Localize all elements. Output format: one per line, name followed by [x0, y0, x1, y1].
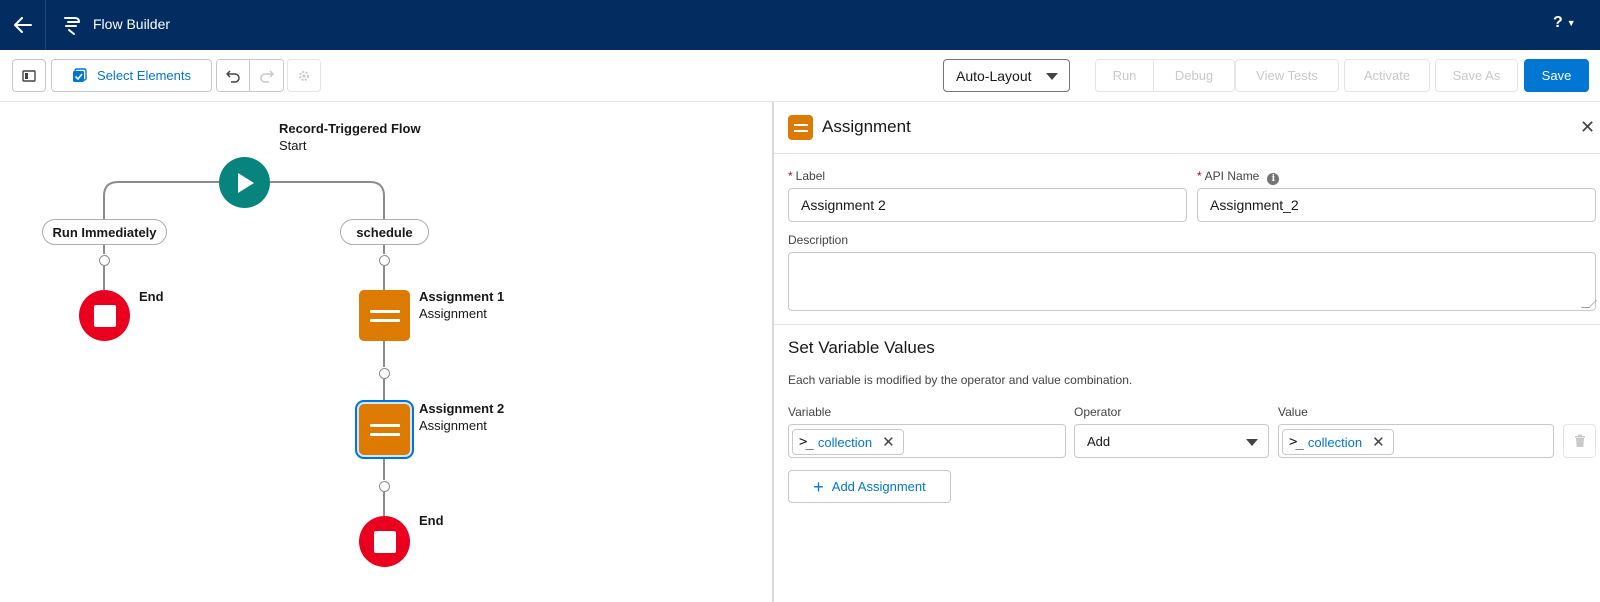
start-node[interactable]	[219, 157, 270, 208]
end-node-right[interactable]	[359, 516, 410, 567]
redo-icon	[259, 69, 274, 83]
select-elements-label: Select Elements	[97, 68, 191, 83]
assignment-1-title: Assignment 1	[419, 289, 505, 304]
plus-icon: +	[813, 476, 824, 497]
help-button[interactable]: ? ▼	[1553, 14, 1576, 32]
path-run-immediately[interactable]: Run Immediately	[42, 219, 167, 245]
operator-select[interactable]: Add	[1074, 424, 1269, 458]
label-input[interactable]: Assignment 2	[788, 188, 1187, 222]
gear-icon	[299, 70, 309, 81]
play-icon	[237, 172, 254, 193]
assignment-icon	[788, 115, 813, 140]
add-assignment-label: Add Assignment	[831, 479, 926, 494]
toggle-panel-button[interactable]	[12, 59, 46, 92]
triangle-down-icon	[1046, 73, 1058, 80]
add-assignment-button[interactable]: + Add Assignment	[788, 470, 951, 503]
end-node-right-label: End	[419, 513, 444, 528]
panel-header: Assignment ✕	[774, 102, 1600, 154]
section-title: Set Variable Values	[788, 338, 935, 357]
app-title: Flow Builder	[93, 16, 171, 32]
start-node-subtitle: Start	[279, 138, 307, 153]
panel-left-icon	[22, 69, 36, 82]
add-element-connector[interactable]	[379, 255, 390, 266]
assignment-icon	[369, 423, 400, 427]
section-description: Each variable is modified by the operato…	[788, 373, 1133, 387]
redo-button[interactable]	[250, 60, 283, 91]
flow-icon	[64, 17, 80, 35]
undo-redo-group	[216, 59, 284, 92]
api-name-input[interactable]: Assignment_2	[1197, 188, 1596, 222]
value-column-label: Value	[1278, 405, 1308, 419]
triangle-down-icon	[1246, 439, 1258, 446]
operator-column-label: Operator	[1074, 405, 1122, 419]
assignment-2-subtitle: Assignment	[419, 418, 487, 433]
api-name-field-label: * API Name i	[1197, 169, 1280, 185]
variable-icon: >_	[1289, 434, 1304, 450]
variable-pill[interactable]: >_ collection ✕	[792, 429, 904, 455]
operator-value: Add	[1087, 433, 1111, 449]
value-pill-label: collection	[1307, 434, 1363, 450]
select-checkbox-icon	[73, 68, 87, 82]
label-field-label: * Label	[788, 169, 826, 183]
end-node-left-label: End	[139, 289, 164, 304]
activate-button[interactable]: Activate	[1344, 59, 1430, 92]
value-pill[interactable]: >_ collection ✕	[1282, 429, 1394, 455]
flow-canvas[interactable]: Record-Triggered Flow Start Run Immediat…	[0, 102, 772, 602]
value-combobox[interactable]: >_ collection ✕	[1278, 424, 1554, 458]
run-button[interactable]: Run	[1096, 60, 1154, 91]
add-element-connector[interactable]	[99, 255, 110, 266]
variable-column-label: Variable	[788, 405, 832, 419]
stop-icon	[93, 304, 116, 327]
panel-title: Assignment	[822, 117, 911, 136]
add-element-connector[interactable]	[379, 368, 390, 379]
save-as-button[interactable]: Save As	[1435, 59, 1518, 92]
description-field-label: Description	[788, 233, 849, 247]
variable-icon: >_	[799, 434, 814, 450]
layout-select[interactable]: Auto-Layout	[943, 59, 1070, 92]
start-node-label: Record-Triggered Flow Start	[279, 120, 421, 154]
close-icon[interactable]: ✕	[1580, 118, 1595, 136]
assignment-2-node[interactable]	[355, 400, 414, 459]
variable-combobox[interactable]: >_ collection ✕	[788, 424, 1066, 458]
trash-icon	[1574, 434, 1585, 447]
end-node-left[interactable]	[79, 290, 130, 341]
stop-icon	[373, 530, 396, 553]
assignment-1-label: Assignment 1 Assignment	[419, 288, 504, 322]
view-tests-button[interactable]: View Tests	[1235, 59, 1339, 92]
question-icon: ?	[1553, 14, 1563, 31]
run-debug-group: Run Debug	[1095, 59, 1235, 92]
info-icon[interactable]: i	[1267, 173, 1280, 185]
select-elements-button[interactable]: Select Elements	[51, 59, 212, 92]
flow-settings-button[interactable]	[287, 59, 321, 92]
remove-icon[interactable]: ✕	[1372, 433, 1385, 451]
add-element-connector[interactable]	[379, 481, 390, 492]
path-schedule[interactable]: schedule	[340, 219, 429, 245]
description-textarea[interactable]	[788, 252, 1597, 311]
delete-row-button[interactable]	[1563, 424, 1596, 458]
debug-button[interactable]: Debug	[1154, 60, 1234, 91]
assignment-icon	[369, 309, 400, 313]
assignment-2-title: Assignment 2	[419, 401, 505, 416]
property-editor-panel: Assignment ✕ * Label Assignment 2 * API Na…	[772, 102, 1600, 602]
undo-button[interactable]	[217, 60, 250, 91]
arrow-left-icon	[13, 17, 32, 33]
layout-select-value: Auto-Layout	[956, 67, 1032, 84]
save-button[interactable]: Save	[1524, 59, 1589, 92]
assignment-1-subtitle: Assignment	[419, 306, 487, 321]
caret-down-icon: ▼	[1566, 18, 1576, 28]
assignment-1-node[interactable]	[359, 290, 410, 341]
assignment-2-label: Assignment 2 Assignment	[419, 400, 504, 434]
remove-icon[interactable]: ✕	[882, 433, 895, 451]
section-divider	[774, 324, 1600, 325]
variable-pill-label: collection	[817, 434, 873, 450]
app-header: Flow Builder ? ▼	[0, 0, 1600, 50]
resize-grip-icon[interactable]	[1581, 300, 1597, 308]
start-node-title: Record-Triggered Flow	[279, 121, 421, 136]
back-button[interactable]	[0, 0, 46, 50]
undo-icon	[226, 69, 240, 83]
